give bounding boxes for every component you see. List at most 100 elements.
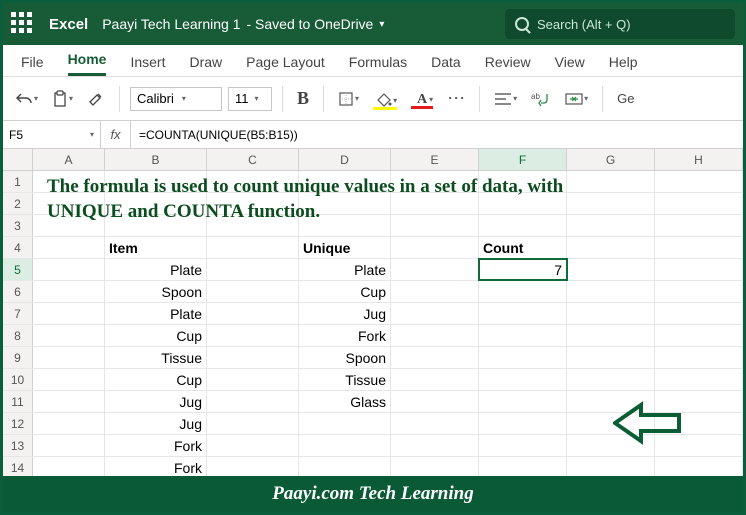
tab-view[interactable]: View [555,54,585,76]
cell[interactable] [299,413,391,434]
borders-button[interactable]: ▾ [334,88,363,110]
cell[interactable]: Jug [299,303,391,324]
cell[interactable]: Fork [105,457,207,478]
cell[interactable] [567,325,655,346]
cell[interactable]: Item [105,237,207,258]
tab-formulas[interactable]: Formulas [349,54,407,76]
paste-button[interactable]: ▾ [48,87,77,111]
fill-color-button[interactable]: ▾ [369,90,401,108]
formula-input[interactable]: =COUNTA(UNIQUE(B5:B15)) [131,121,743,148]
select-all-corner[interactable] [3,149,33,170]
cell[interactable] [207,435,299,456]
cell[interactable] [567,215,655,236]
cell[interactable] [207,237,299,258]
cell[interactable] [479,457,567,478]
cell[interactable] [655,325,743,346]
cell[interactable] [207,281,299,302]
row-header[interactable]: 10 [3,369,33,390]
cell[interactable] [33,347,105,368]
row-header[interactable]: 14 [3,457,33,478]
cell[interactable] [33,303,105,324]
selected-cell[interactable]: 7 [479,259,567,280]
cell[interactable] [391,281,479,302]
cell[interactable]: Plate [105,303,207,324]
row-header[interactable]: 8 [3,325,33,346]
cell[interactable]: Unique [299,237,391,258]
cell[interactable] [655,171,743,192]
cell[interactable]: Cup [105,325,207,346]
cell[interactable] [567,303,655,324]
cell[interactable] [33,171,105,192]
cell[interactable] [391,413,479,434]
cell[interactable]: Tissue [299,369,391,390]
cell[interactable] [207,215,299,236]
cell[interactable] [567,457,655,478]
row-header[interactable]: 1 [3,171,33,192]
cell[interactable]: Plate [299,259,391,280]
cell[interactable] [479,171,567,192]
app-launcher-icon[interactable] [11,12,35,36]
cell[interactable] [299,457,391,478]
cell[interactable] [33,193,105,214]
cell[interactable] [207,369,299,390]
fx-icon[interactable]: fx [101,121,131,148]
row-header[interactable]: 7 [3,303,33,324]
col-header[interactable]: C [207,149,299,170]
cell[interactable]: Jug [105,391,207,412]
cell[interactable]: Fork [299,325,391,346]
cell[interactable] [299,215,391,236]
cell[interactable] [655,215,743,236]
cell[interactable] [105,193,207,214]
row-header[interactable]: 5 [3,259,33,280]
more-font-button[interactable]: ⋯ [443,85,469,112]
cell[interactable] [391,369,479,390]
cell[interactable] [391,193,479,214]
tab-draw[interactable]: Draw [189,54,222,76]
cell[interactable] [105,171,207,192]
row-header[interactable]: 13 [3,435,33,456]
cell[interactable] [391,259,479,280]
cell[interactable] [655,193,743,214]
cell[interactable] [207,171,299,192]
tab-insert[interactable]: Insert [130,54,165,76]
cell[interactable] [33,259,105,280]
cell[interactable] [655,237,743,258]
cell[interactable]: Glass [299,391,391,412]
cell[interactable] [567,369,655,390]
cell[interactable] [391,435,479,456]
tab-page-layout[interactable]: Page Layout [246,54,325,76]
cell[interactable]: Count [479,237,567,258]
cell[interactable] [479,435,567,456]
cell[interactable] [33,369,105,390]
merge-button[interactable]: ▾ [561,89,592,109]
cell[interactable] [33,215,105,236]
cell[interactable] [567,193,655,214]
cell[interactable] [299,193,391,214]
format-painter-button[interactable] [83,87,109,111]
cell[interactable]: Plate [105,259,207,280]
cell[interactable] [479,347,567,368]
cell[interactable] [33,435,105,456]
cell[interactable] [479,303,567,324]
cell[interactable] [479,369,567,390]
cell[interactable] [207,325,299,346]
cell[interactable] [479,281,567,302]
cell[interactable] [655,303,743,324]
cell[interactable] [391,457,479,478]
cell[interactable] [655,281,743,302]
number-format-button[interactable]: Ge [613,88,638,109]
cell[interactable] [479,413,567,434]
cell[interactable] [299,171,391,192]
tab-data[interactable]: Data [431,54,461,76]
tab-review[interactable]: Review [485,54,531,76]
col-header[interactable]: H [655,149,743,170]
cell[interactable] [655,347,743,368]
row-header[interactable]: 6 [3,281,33,302]
bold-button[interactable]: B [293,85,313,112]
cell[interactable]: Cup [105,369,207,390]
cell[interactable]: Jug [105,413,207,434]
font-family-select[interactable]: Calibri▾ [130,87,222,111]
wrap-text-button[interactable]: ab [527,88,555,110]
cell[interactable] [207,303,299,324]
col-header[interactable]: G [567,149,655,170]
